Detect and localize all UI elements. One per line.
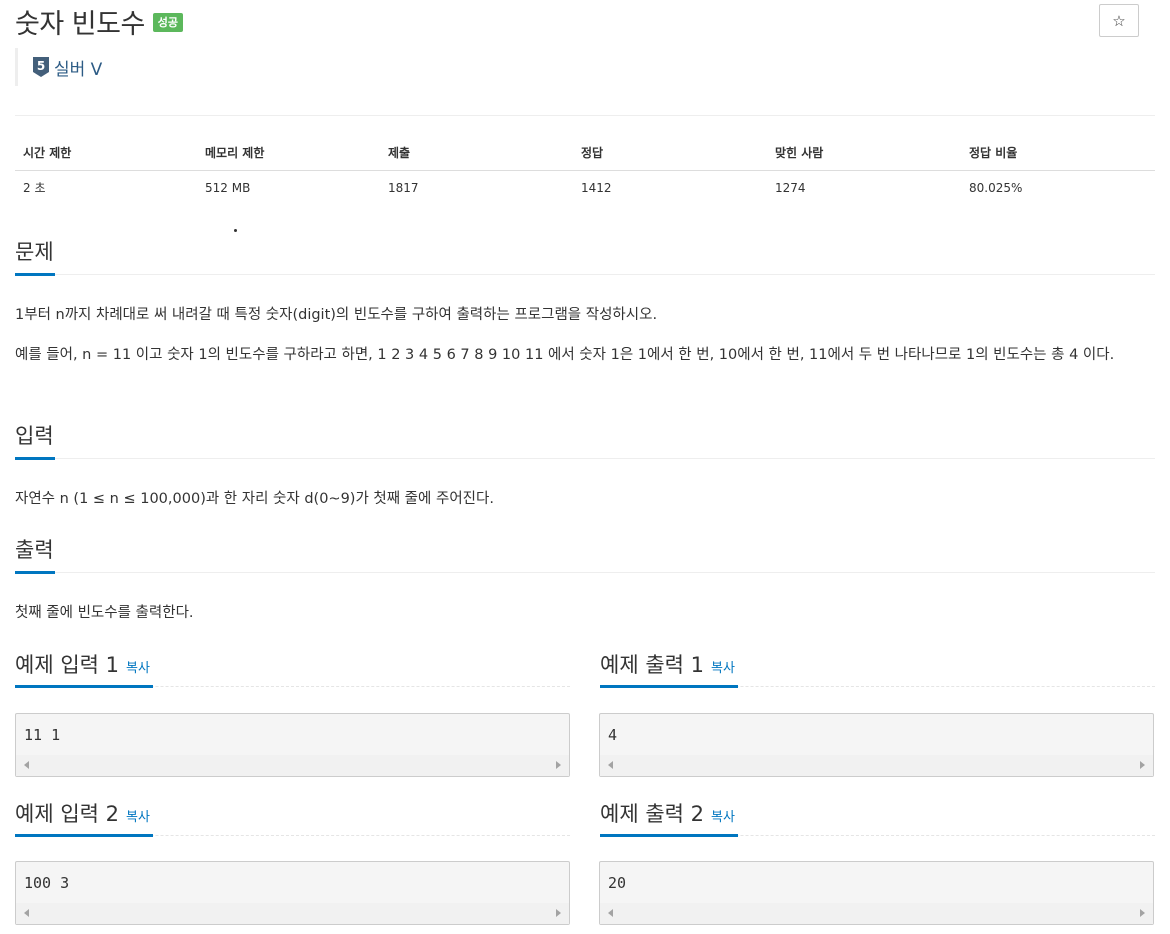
sample-input-2: 예제 입력 2 복사 (15, 800, 570, 837)
heading-underline (600, 685, 738, 688)
sample-output-2-code: 20 (608, 874, 627, 892)
status-badge: 성공 (152, 12, 184, 32)
horizontal-scrollbar[interactable] (600, 903, 1153, 924)
problem-info-table: 시간 제한 메모리 제한 제출 정답 맞힌 사람 정답 비율 2 초 512 M… (15, 136, 1155, 205)
horizontal-scrollbar[interactable] (16, 903, 569, 924)
favorite-button[interactable]: ☆ (1099, 4, 1139, 37)
tier-number: 5 (37, 59, 45, 73)
table-header-row: 시간 제한 메모리 제한 제출 정답 맞힌 사람 정답 비율 (15, 136, 1155, 171)
heading-underline (15, 685, 153, 688)
copy-button[interactable]: 복사 (126, 810, 150, 825)
header-memory-limit: 메모리 제한 (197, 136, 380, 171)
output-heading: 출력 (15, 538, 54, 562)
stray-dot (234, 229, 237, 232)
cell-time-limit: 2 초 (23, 181, 46, 196)
sample-input-2-box[interactable]: 100 3 (15, 861, 570, 925)
copy-button[interactable]: 복사 (711, 810, 735, 825)
copy-button[interactable]: 복사 (711, 661, 735, 676)
cell-accepted: 1412 (581, 180, 612, 195)
output-section: 출력 (15, 535, 1155, 574)
input-heading: 입력 (15, 424, 54, 448)
cell-solved-users: 1274 (775, 180, 806, 195)
sample-input-2-heading-bar: 예제 입력 2 복사 (15, 800, 570, 837)
scroll-left-icon[interactable] (24, 909, 29, 917)
sample-input-1-heading-bar: 예제 입력 1 복사 (15, 651, 570, 688)
scroll-right-icon[interactable] (1140, 909, 1145, 917)
header-time-limit: 시간 제한 (15, 136, 197, 171)
sample-input-1-code: 11 1 (24, 726, 61, 744)
table-row: 2 초 512 MB 1817 1412 1274 80.025% (15, 170, 1155, 205)
title-row: 숫자 빈도수 성공 (15, 4, 184, 40)
input-description: 자연수 n (1 ≤ n ≤ 100,000)과 한 자리 숫자 d(0~9)가… (15, 491, 494, 507)
problem-description-1: 1부터 n까지 차례대로 써 내려갈 때 특정 숫자(digit)의 빈도수를 … (15, 307, 658, 323)
heading-underline (600, 834, 738, 837)
page-title: 숫자 빈도수 (15, 8, 145, 40)
heading-underline (15, 834, 153, 837)
sample-input-2-label: 예제 입력 2 (15, 802, 119, 826)
sample-output-1-heading-bar: 예제 출력 1 복사 (600, 651, 1155, 688)
silver-tier-icon: 5 (33, 57, 49, 77)
sample-output-2-box[interactable]: 20 (599, 861, 1154, 925)
input-heading-bar: 입력 (15, 421, 1155, 460)
header-solved-users: 맞힌 사람 (767, 136, 961, 171)
scroll-left-icon[interactable] (608, 909, 613, 917)
problem-heading-bar: 문제 (15, 237, 1155, 276)
sample-output-1-box[interactable]: 4 (599, 713, 1154, 777)
tier-row: 5 실버 V (15, 48, 102, 86)
sample-output-2-label: 예제 출력 2 (600, 802, 704, 826)
horizontal-scrollbar[interactable] (16, 755, 569, 776)
sample-input-1-label: 예제 입력 1 (15, 653, 119, 677)
star-button-wrap: ☆ (1099, 4, 1139, 37)
input-section: 입력 (15, 421, 1155, 460)
sample-output-1: 예제 출력 1 복사 (600, 651, 1155, 688)
header-submissions: 제출 (380, 136, 573, 171)
copy-button[interactable]: 복사 (126, 661, 150, 676)
horizontal-scrollbar[interactable] (600, 755, 1153, 776)
problem-heading: 문제 (15, 240, 54, 264)
problem-description-2: 예를 들어, n = 11 이고 숫자 1의 빈도수를 구하라고 하면, 1 2… (15, 347, 1115, 363)
sample-input-1: 예제 입력 1 복사 (15, 651, 570, 688)
scroll-right-icon[interactable] (556, 761, 561, 769)
star-icon: ☆ (1112, 11, 1126, 30)
output-heading-bar: 출력 (15, 535, 1155, 574)
cell-memory-limit: 512 MB (205, 180, 251, 195)
heading-underline (15, 457, 55, 460)
header-accepted: 정답 (573, 136, 767, 171)
sample-output-2-heading-bar: 예제 출력 2 복사 (600, 800, 1155, 837)
scroll-left-icon[interactable] (24, 761, 29, 769)
cell-submissions: 1817 (388, 180, 419, 195)
problem-section: 문제 (15, 237, 1155, 276)
sample-input-2-code: 100 3 (24, 874, 70, 892)
sample-output-2: 예제 출력 2 복사 (600, 800, 1155, 837)
sample-output-1-code: 4 (608, 726, 618, 744)
heading-underline (15, 571, 55, 574)
header-accept-ratio: 정답 비율 (961, 136, 1155, 171)
divider (15, 115, 1155, 116)
scroll-left-icon[interactable] (608, 761, 613, 769)
sample-input-1-box[interactable]: 11 1 (15, 713, 570, 777)
cell-accept-ratio: 80.025% (969, 180, 1023, 195)
output-description: 첫째 줄에 빈도수를 출력한다. (15, 605, 194, 621)
scroll-right-icon[interactable] (556, 909, 561, 917)
heading-underline (15, 273, 55, 276)
sample-output-1-label: 예제 출력 1 (600, 653, 704, 677)
scroll-right-icon[interactable] (1140, 761, 1145, 769)
tier-label[interactable]: 실버 V (54, 55, 102, 80)
